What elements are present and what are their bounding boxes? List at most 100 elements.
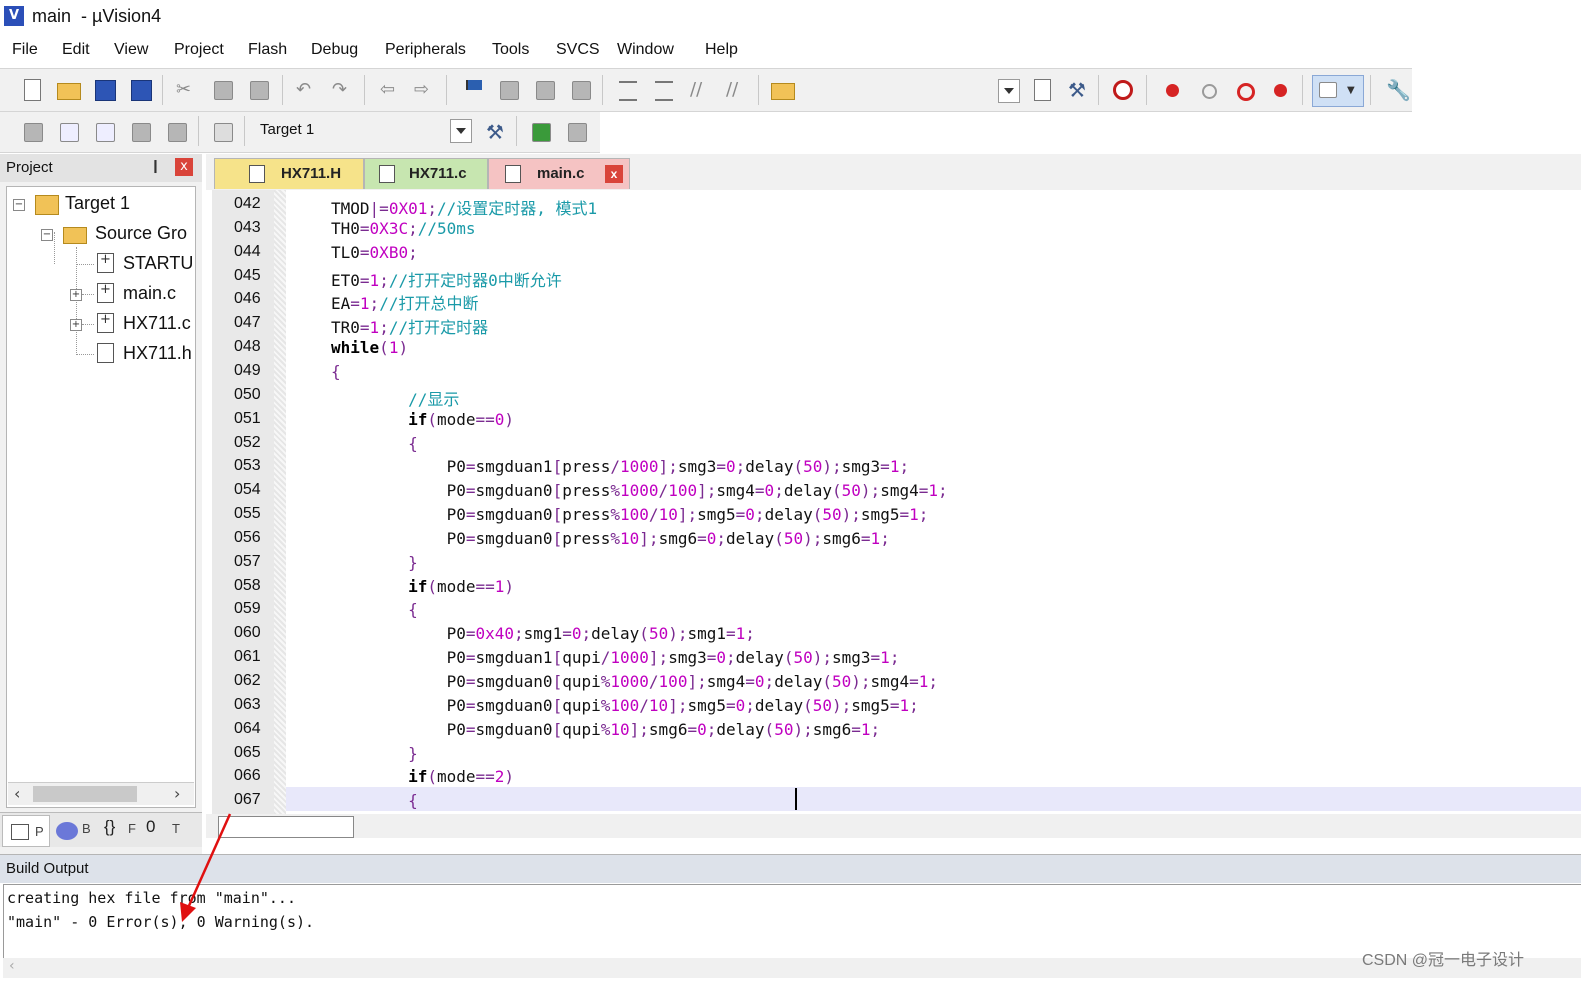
debug-session-button[interactable] bbox=[1108, 76, 1136, 104]
tree-item-hx711-h[interactable]: HX711.h bbox=[123, 343, 192, 364]
tab-main-c[interactable]: main.c x bbox=[488, 158, 630, 189]
code-editor[interactable]: 042 043 044 045 046 047 048 049 050 051 052 053 054 0… bbox=[206, 190, 1581, 814]
menu-tools[interactable]: Tools bbox=[492, 41, 529, 59]
code-line[interactable]: { bbox=[331, 791, 418, 810]
new-file-button[interactable] bbox=[18, 76, 46, 104]
code-line[interactable]: } bbox=[331, 553, 418, 572]
menu-window[interactable]: Window bbox=[617, 41, 674, 59]
menu-project[interactable]: Project bbox=[174, 41, 224, 59]
tree-item-source-group[interactable]: Source Gro bbox=[95, 223, 187, 244]
code-line[interactable]: while(1) bbox=[331, 338, 408, 357]
code-line[interactable]: { bbox=[331, 434, 418, 453]
code-line[interactable]: P0=smgduan0[press%10];smg6=0;delay(50);s… bbox=[331, 529, 890, 548]
templates-icon[interactable]: 0 bbox=[146, 817, 155, 837]
tree-item-target[interactable]: Target 1 bbox=[65, 193, 130, 214]
code-line[interactable]: P0=smgduan0[press%100/10];smg5=0;delay(5… bbox=[331, 505, 929, 524]
tab-books-label[interactable]: B bbox=[82, 821, 91, 836]
tree-item-hx711-c[interactable]: HX711.c bbox=[123, 313, 191, 334]
nav-forward-button[interactable]: ⇨ bbox=[410, 76, 438, 104]
code-line[interactable]: P0=smgduan0[qupi%1000/100];smg4=0;delay(… bbox=[331, 672, 938, 691]
collapse-group-icon[interactable]: − bbox=[41, 229, 53, 241]
code-line[interactable]: TH0=0X3C;//50ms bbox=[331, 219, 476, 238]
code-line[interactable]: P0=smgduan0[press%1000/100];smg4=0;delay… bbox=[331, 481, 948, 500]
redo-button[interactable]: ↷ bbox=[328, 76, 356, 104]
find-in-files-button[interactable] bbox=[768, 76, 796, 104]
code-line[interactable]: P0=smgduan1[press/1000];smg3=0;delay(50)… bbox=[331, 457, 910, 476]
code-line[interactable]: if(mode==1) bbox=[331, 577, 514, 596]
menu-edit[interactable]: Edit bbox=[62, 41, 90, 59]
code-line[interactable]: if(mode==0) bbox=[331, 410, 514, 429]
collapse-target-icon[interactable]: − bbox=[13, 199, 25, 211]
download-button[interactable] bbox=[208, 118, 236, 146]
menu-peripherals[interactable]: Peripherals bbox=[385, 41, 466, 59]
close-icon[interactable]: x bbox=[605, 165, 623, 183]
disable-all-breakpoints-button[interactable] bbox=[1230, 76, 1258, 104]
scroll-left-icon[interactable]: ‹ bbox=[9, 958, 15, 974]
rebuild-button[interactable] bbox=[90, 118, 118, 146]
menu-debug[interactable]: Debug bbox=[311, 41, 358, 59]
incremental-find-button[interactable]: ⚒ bbox=[1062, 76, 1090, 104]
build-button[interactable] bbox=[54, 118, 82, 146]
tab-hx711-c[interactable]: HX711.c bbox=[364, 158, 488, 189]
menu-help[interactable]: Help bbox=[705, 41, 738, 59]
select-packs-button[interactable] bbox=[562, 118, 590, 146]
tab-project[interactable]: P bbox=[2, 815, 50, 847]
code-line[interactable]: EA=1;//打开总中断 bbox=[331, 290, 478, 314]
uncomment-button[interactable]: // bbox=[722, 76, 750, 104]
scroll-thumb[interactable] bbox=[33, 786, 137, 802]
copy-button[interactable] bbox=[208, 76, 236, 104]
find-combo-dropdown[interactable] bbox=[998, 79, 1020, 103]
code-line[interactable]: if(mode==2) bbox=[331, 767, 514, 786]
cut-button[interactable]: ✂ bbox=[172, 76, 200, 104]
code-line[interactable]: TMOD|=0X01;//设置定时器, 模式1 bbox=[331, 195, 597, 219]
translate-button[interactable] bbox=[18, 118, 46, 146]
comment-button[interactable]: // bbox=[686, 76, 714, 104]
tab-hx711-h[interactable]: HX711.H bbox=[214, 158, 364, 189]
configure-button[interactable]: 🔧 bbox=[1380, 76, 1411, 104]
close-icon[interactable]: x bbox=[175, 158, 193, 176]
code-line[interactable]: P0=smgduan0[qupi%100/10];smg5=0;delay(50… bbox=[331, 696, 919, 715]
code-line[interactable]: P0=smgduan0[qupi%10];smg6=0;delay(50);sm… bbox=[331, 720, 881, 739]
code-line[interactable]: TR0=1;//打开定时器 bbox=[331, 314, 488, 338]
project-horizontal-scrollbar[interactable]: ‹ › bbox=[8, 782, 194, 805]
code-line[interactable]: } bbox=[331, 744, 418, 763]
braces-icon[interactable]: {} bbox=[104, 817, 115, 837]
save-button[interactable] bbox=[90, 76, 118, 104]
enable-breakpoint-button[interactable] bbox=[1194, 76, 1222, 104]
target-select[interactable]: Target 1 bbox=[256, 118, 470, 142]
menu-svcs[interactable]: SVCS bbox=[556, 41, 600, 59]
batch-build-button[interactable] bbox=[126, 118, 154, 146]
undo-button[interactable]: ↶ bbox=[292, 76, 320, 104]
menu-file[interactable]: File bbox=[12, 41, 38, 59]
books-icon[interactable] bbox=[56, 822, 78, 840]
tree-item-main-c[interactable]: main.c bbox=[123, 283, 176, 304]
pin-icon[interactable]: ❙ bbox=[150, 159, 161, 174]
unindent-button[interactable] bbox=[650, 76, 678, 104]
target-dropdown-arrow[interactable] bbox=[450, 119, 472, 143]
paste-button[interactable] bbox=[244, 76, 272, 104]
insert-bookmark-button[interactable] bbox=[458, 76, 486, 104]
tree-item-startup[interactable]: STARTU bbox=[123, 253, 193, 274]
window-layout-button[interactable]: ▼ bbox=[1312, 75, 1364, 107]
target-options-button[interactable]: ⚒ bbox=[480, 118, 508, 146]
expand-hx711c-icon[interactable]: + bbox=[70, 319, 82, 331]
menu-flash[interactable]: Flash bbox=[248, 41, 287, 59]
code-line[interactable]: { bbox=[331, 362, 341, 381]
tab-functions-label[interactable]: F bbox=[128, 821, 136, 836]
menu-view[interactable]: View bbox=[114, 41, 148, 59]
scroll-right-icon[interactable]: › bbox=[174, 784, 180, 803]
build-horizontal-scrollbar[interactable]: ‹ bbox=[3, 958, 1581, 978]
stop-build-button[interactable] bbox=[162, 118, 190, 146]
nav-back-button[interactable]: ⇦ bbox=[376, 76, 404, 104]
insert-breakpoint-button[interactable] bbox=[1158, 76, 1186, 104]
code-line[interactable]: P0=smgduan1[qupi/1000];smg3=0;delay(50);… bbox=[331, 648, 900, 667]
indent-button[interactable] bbox=[614, 76, 642, 104]
expand-main-icon[interactable]: + bbox=[70, 289, 82, 301]
code-line[interactable]: ET0=1;//打开定时器0中断允许 bbox=[331, 267, 562, 291]
code-line[interactable]: P0=0x40;smg1=0;delay(50);smg1=1; bbox=[331, 624, 755, 643]
open-file-button[interactable] bbox=[54, 76, 82, 104]
code-line[interactable]: //显示 bbox=[331, 386, 459, 410]
code-line[interactable]: { bbox=[331, 600, 418, 619]
scroll-left-icon[interactable]: ‹ bbox=[14, 784, 20, 803]
editor-horizontal-scrollbar[interactable]: ◀ bbox=[206, 814, 1581, 838]
